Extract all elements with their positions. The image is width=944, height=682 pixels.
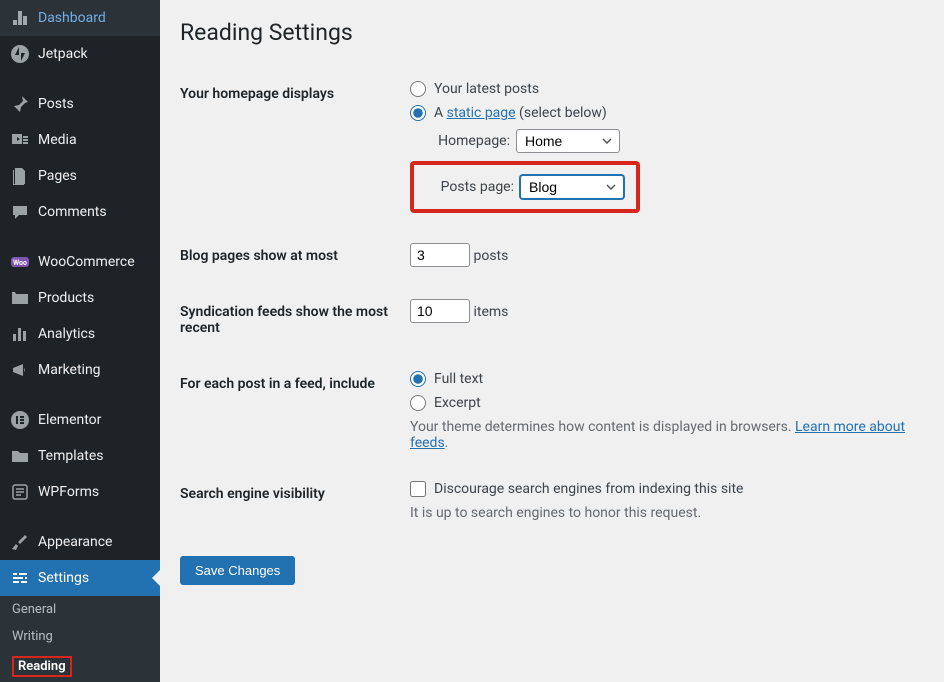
sidebar-label: Jetpack <box>38 46 88 62</box>
pages-icon <box>10 166 30 186</box>
page-title: Reading Settings <box>180 19 924 46</box>
admin-sidebar: Dashboard Jetpack Posts Media Pages Comm… <box>0 0 160 682</box>
sidebar-item-jetpack[interactable]: Jetpack <box>0 36 160 72</box>
analytics-icon <box>10 324 30 344</box>
feed-include-label: For each post in a feed, include <box>180 356 400 466</box>
sidebar-item-woocommerce[interactable]: Woo WooCommerce <box>0 244 160 280</box>
posts-page-select-row: Posts page: Blog <box>430 175 624 199</box>
elementor-icon <box>10 410 30 430</box>
radio-latest-posts-label: Your latest posts <box>434 81 539 97</box>
sidebar-label: Posts <box>38 96 74 112</box>
radio-excerpt[interactable]: Excerpt <box>410 395 914 411</box>
posts-page-highlight: Posts page: Blog <box>410 161 640 213</box>
brush-icon <box>10 532 30 552</box>
form-icon <box>10 482 30 502</box>
radio-excerpt-input[interactable] <box>410 395 426 411</box>
feed-desc-suffix: . <box>445 435 449 451</box>
radio-full-text-label: Full text <box>434 371 483 387</box>
sidebar-item-templates[interactable]: Templates <box>0 438 160 474</box>
sliders-icon <box>10 568 30 588</box>
radio-full-text[interactable]: Full text <box>410 371 914 387</box>
static-suffix: (select below) <box>516 105 607 121</box>
homepage-select[interactable]: Home <box>516 129 620 153</box>
homepage-select-label: Homepage: <box>426 133 510 149</box>
radio-full-text-input[interactable] <box>410 371 426 387</box>
sidebar-item-products[interactable]: Products <box>0 280 160 316</box>
discourage-text: Discourage search engines from indexing … <box>434 481 743 497</box>
products-icon <box>10 288 30 308</box>
radio-static-page-input[interactable] <box>410 105 426 121</box>
sidebar-label: Media <box>38 132 77 148</box>
feed-desc-prefix: Your theme determines how content is dis… <box>410 419 795 435</box>
sidebar-item-analytics[interactable]: Analytics <box>0 316 160 352</box>
save-changes-button[interactable]: Save Changes <box>180 556 295 585</box>
radio-static-page-label: A static page (select below) <box>434 105 607 121</box>
sidebar-label: Appearance <box>38 534 112 550</box>
sidebar-item-pages[interactable]: Pages <box>0 158 160 194</box>
main-content: Reading Settings Your homepage displays … <box>160 0 944 682</box>
submenu-general[interactable]: General <box>0 596 160 623</box>
submenu-reading-label: Reading <box>12 656 72 677</box>
dashboard-icon <box>10 8 30 28</box>
feed-description: Your theme determines how content is dis… <box>410 419 914 451</box>
radio-static-page[interactable]: A static page (select below) <box>410 105 914 121</box>
posts-page-select[interactable]: Blog <box>520 175 624 199</box>
settings-form: Your homepage displays Your latest posts… <box>180 66 924 536</box>
discourage-checkbox-label[interactable]: Discourage search engines from indexing … <box>410 481 914 497</box>
blog-pages-unit: posts <box>473 248 508 264</box>
sidebar-label: Elementor <box>38 412 101 428</box>
sidebar-label: Pages <box>38 168 77 184</box>
svg-text:Woo: Woo <box>13 259 27 267</box>
static-prefix: A <box>434 105 447 121</box>
pin-icon <box>10 94 30 114</box>
syndication-input[interactable] <box>410 299 470 323</box>
sidebar-label: WPForms <box>38 484 99 500</box>
homepage-displays-label: Your homepage displays <box>180 66 400 228</box>
sidebar-item-dashboard[interactable]: Dashboard <box>0 0 160 36</box>
search-desc: It is up to search engines to honor this… <box>410 505 914 521</box>
comments-icon <box>10 202 30 222</box>
posts-page-select-label: Posts page: <box>430 179 514 195</box>
sidebar-item-marketing[interactable]: Marketing <box>0 352 160 388</box>
sidebar-item-comments[interactable]: Comments <box>0 194 160 230</box>
folder-icon <box>10 446 30 466</box>
search-visibility-label: Search engine visibility <box>180 466 400 536</box>
homepage-select-row: Homepage: Home <box>426 129 914 153</box>
sidebar-label: Settings <box>38 570 89 586</box>
blog-pages-input[interactable] <box>410 243 470 267</box>
sidebar-label: Dashboard <box>38 10 106 26</box>
sidebar-item-posts[interactable]: Posts <box>0 86 160 122</box>
discourage-checkbox[interactable] <box>410 481 426 497</box>
sidebar-label: Marketing <box>38 362 101 378</box>
sidebar-item-wpforms[interactable]: WPForms <box>0 474 160 510</box>
syndication-label: Syndication feeds show the most recent <box>180 284 400 356</box>
sidebar-item-settings[interactable]: Settings <box>0 560 160 596</box>
sidebar-label: Comments <box>38 204 107 220</box>
radio-latest-posts[interactable]: Your latest posts <box>410 81 914 97</box>
static-page-link[interactable]: static page <box>447 105 516 121</box>
sidebar-label: Products <box>38 290 94 306</box>
sidebar-item-elementor[interactable]: Elementor <box>0 402 160 438</box>
blog-pages-label: Blog pages show at most <box>180 228 400 284</box>
submenu-reading[interactable]: Reading <box>0 650 160 682</box>
sidebar-label: WooCommerce <box>38 254 135 270</box>
radio-latest-posts-input[interactable] <box>410 81 426 97</box>
sidebar-label: Analytics <box>38 326 95 342</box>
sidebar-item-media[interactable]: Media <box>0 122 160 158</box>
media-icon <box>10 130 30 150</box>
submenu-writing[interactable]: Writing <box>0 623 160 650</box>
jetpack-icon <box>10 44 30 64</box>
settings-submenu: General Writing Reading Discussion <box>0 596 160 682</box>
sidebar-label: Templates <box>38 448 104 464</box>
megaphone-icon <box>10 360 30 380</box>
sidebar-item-appearance[interactable]: Appearance <box>0 524 160 560</box>
woo-icon: Woo <box>10 252 30 272</box>
syndication-unit: items <box>473 304 508 320</box>
radio-excerpt-label: Excerpt <box>434 395 481 411</box>
